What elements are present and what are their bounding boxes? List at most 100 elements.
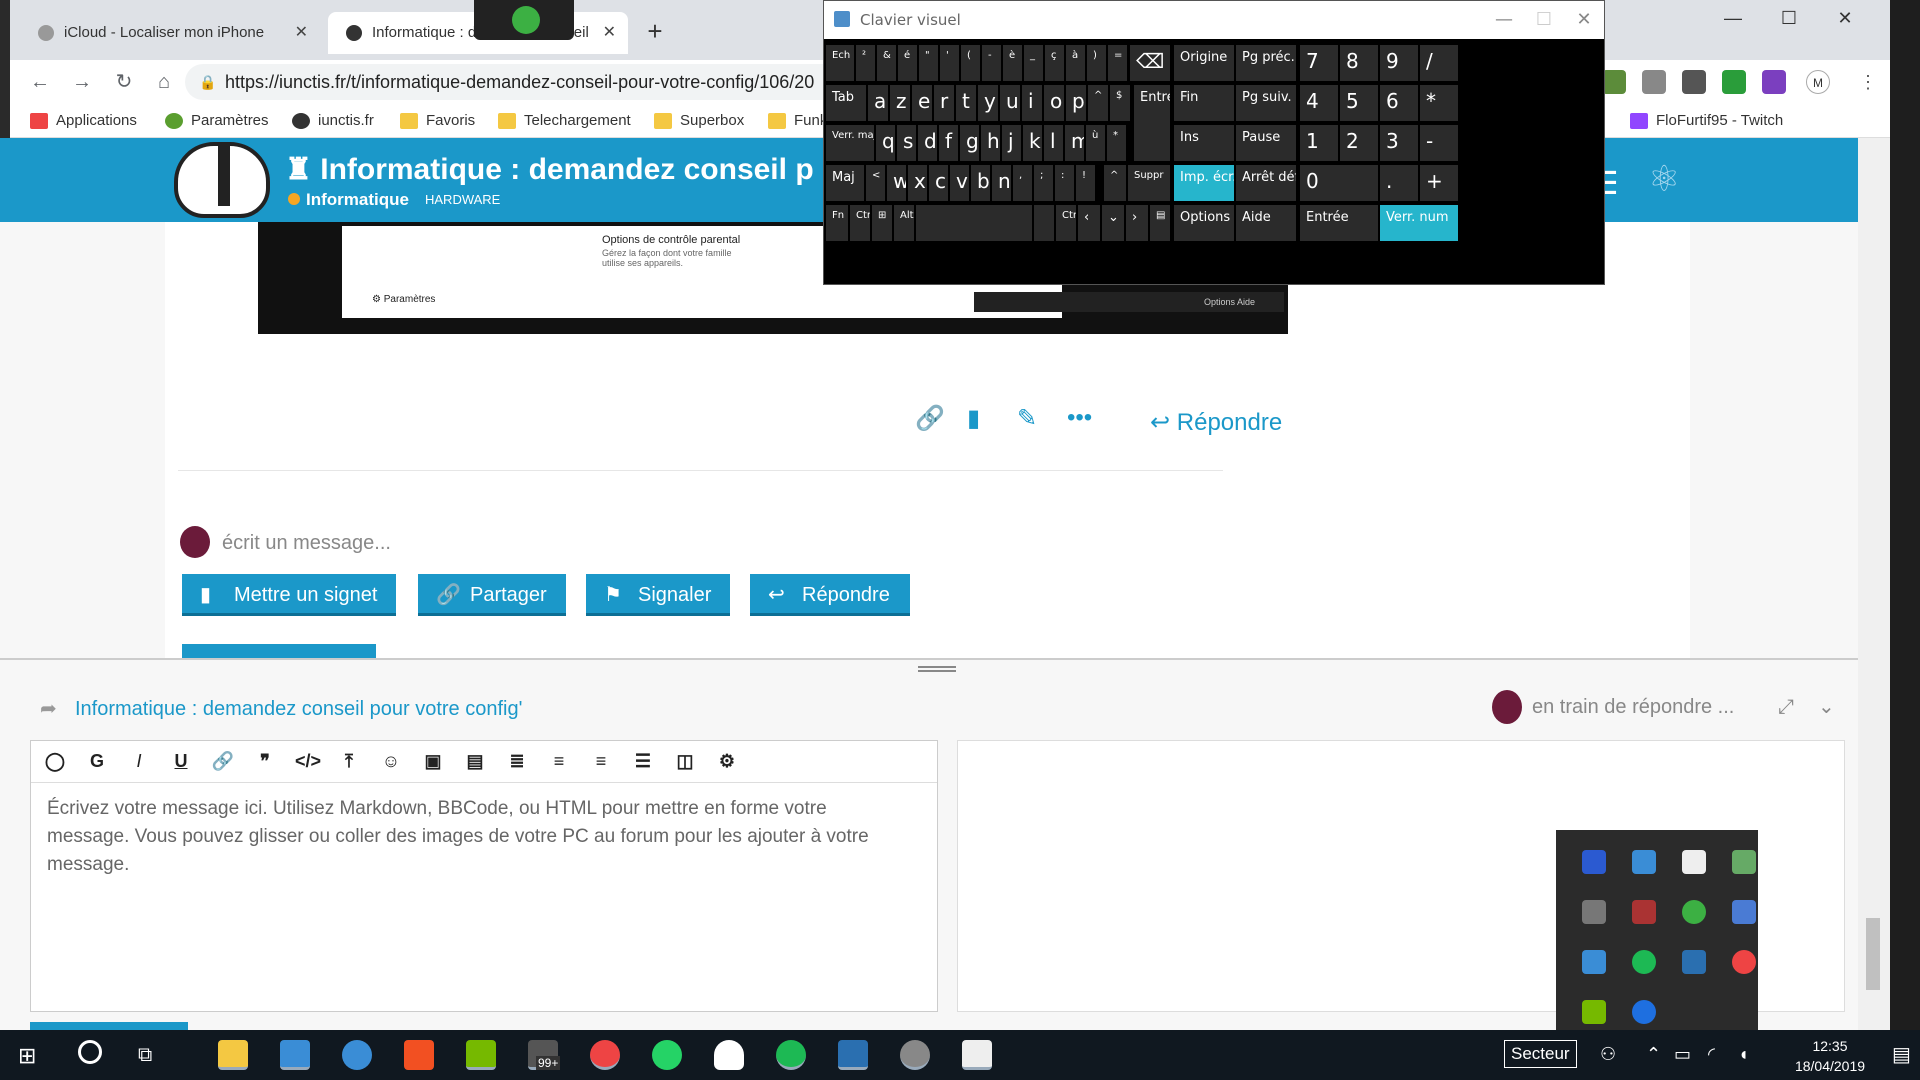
key[interactable]: <	[866, 165, 885, 201]
key[interactable]: g	[960, 125, 979, 161]
notification-center-icon[interactable]: ▤	[1892, 1042, 1911, 1067]
reload-button[interactable]: ↻	[108, 66, 140, 98]
nav-key[interactable]: Pause	[1236, 125, 1296, 161]
italic-button[interactable]: I	[127, 751, 151, 773]
menu-icon[interactable]: ⋮	[1856, 70, 1880, 94]
key[interactable]: _	[1024, 45, 1043, 81]
nav-key[interactable]: Options	[1174, 205, 1234, 241]
resize-grip[interactable]	[918, 666, 956, 672]
key[interactable]: v	[950, 165, 969, 201]
key[interactable]: l	[1044, 125, 1063, 161]
display-icon[interactable]	[1582, 950, 1606, 974]
backspace-key[interactable]: ⌫	[1130, 45, 1170, 81]
numpad-key[interactable]: /	[1420, 45, 1458, 81]
bookmark-favoris[interactable]: Favoris	[400, 104, 475, 138]
ps-icon[interactable]	[838, 1040, 868, 1070]
key[interactable]: &	[877, 45, 896, 81]
nvidia-icon[interactable]	[1582, 1000, 1606, 1024]
align-right-icon[interactable]: ≡	[589, 751, 613, 773]
key[interactable]: "	[919, 45, 938, 81]
bold-button[interactable]: G	[85, 751, 109, 773]
message-editor[interactable]: ◯ G I U 🔗 ❞ </> ⤒ ☺ ▣ ▤ ≣ ≡ ≡ ☰ ◫ ⚙ Écri…	[30, 740, 938, 1012]
app-icon[interactable]	[1632, 900, 1656, 924]
altgr-key[interactable]	[1034, 205, 1054, 241]
key[interactable]: ^	[1088, 85, 1108, 121]
bookmark-superbox[interactable]: Superbox	[654, 104, 744, 138]
key[interactable]: w	[887, 165, 906, 201]
key[interactable]: ;	[1034, 165, 1053, 201]
atom-icon[interactable]: ⚛	[1648, 158, 1680, 200]
right-arrow-key[interactable]: ›	[1126, 205, 1148, 241]
composer-title[interactable]: Informatique : demandez conseil pour vot…	[75, 698, 522, 721]
volume-icon[interactable]: ◖	[1738, 1044, 1749, 1065]
nav-key[interactable]: Fin	[1174, 85, 1234, 121]
key[interactable]: e	[912, 85, 932, 121]
malwarebytes-icon[interactable]	[1582, 850, 1606, 874]
extension-icon[interactable]	[1602, 70, 1626, 94]
osk-minimize-button[interactable]: —	[1484, 1, 1524, 39]
key[interactable]: ,	[1013, 165, 1032, 201]
windows-start-icon[interactable]: ⊞	[18, 1043, 36, 1069]
tab-icloud[interactable]: iCloud - Localiser mon iPhone ✕	[20, 12, 320, 54]
alt-key[interactable]: Alt	[894, 205, 914, 241]
minimize-button[interactable]: —	[1710, 8, 1756, 32]
key[interactable]: z	[890, 85, 910, 121]
green-extension-icon[interactable]	[1722, 70, 1746, 94]
numpad-key[interactable]: 6	[1380, 85, 1418, 121]
bookmark-parametres[interactable]: Paramètres	[165, 104, 269, 138]
key[interactable]: )	[1087, 45, 1106, 81]
reply-button[interactable]: ↩ Répondre	[750, 574, 910, 616]
flag-button[interactable]: ⚑ Signaler	[586, 574, 730, 616]
wifi-icon[interactable]: ◜	[1708, 1044, 1715, 1065]
profile-avatar[interactable]: M	[1806, 70, 1830, 94]
drive-icon[interactable]	[1732, 850, 1756, 874]
key[interactable]: x	[908, 165, 927, 201]
microphone-icon[interactable]	[1682, 900, 1706, 924]
bluetooth-icon[interactable]	[1632, 1000, 1656, 1024]
voice-widget[interactable]	[474, 0, 574, 40]
numpad-key[interactable]: 7	[1300, 45, 1338, 81]
key[interactable]: '	[940, 45, 959, 81]
indent-icon[interactable]: ≣	[505, 751, 529, 773]
nvidia-icon[interactable]	[466, 1040, 496, 1070]
numpad-key[interactable]: 8	[1340, 45, 1378, 81]
key[interactable]: k	[1023, 125, 1042, 161]
chrome-icon[interactable]	[590, 1040, 620, 1070]
back-button[interactable]: ←	[24, 66, 56, 98]
numpad-key[interactable]: 1	[1300, 125, 1338, 161]
close-window-button[interactable]: ✕	[1822, 8, 1868, 32]
language-indicator[interactable]: Secteur	[1504, 1040, 1577, 1068]
emoji-icon[interactable]: ☺	[379, 751, 403, 773]
nav-key[interactable]: Ins	[1174, 125, 1234, 161]
osk-close-button[interactable]: ✕	[1564, 1, 1604, 39]
partial-button[interactable]	[182, 644, 376, 658]
numpad-key[interactable]: 5	[1340, 85, 1378, 121]
app-icon[interactable]	[280, 1040, 310, 1070]
numpad-key[interactable]: 2	[1340, 125, 1378, 161]
left-arrow-key[interactable]: ‹	[1078, 205, 1100, 241]
nav-key[interactable]: Pg préc.	[1236, 45, 1296, 81]
app-icon[interactable]	[714, 1040, 744, 1070]
reply-link[interactable]: ↩ Répondre	[1150, 408, 1282, 437]
link-icon[interactable]: 🔗	[915, 404, 945, 433]
nav-key[interactable]: Aide	[1236, 205, 1296, 241]
chrome-icon[interactable]	[1732, 950, 1756, 974]
shield-icon[interactable]	[1682, 850, 1706, 874]
forward-button[interactable]: →	[66, 66, 98, 98]
defender-icon[interactable]	[1582, 900, 1606, 924]
printer-icon[interactable]: 99+	[528, 1040, 561, 1070]
camera-icon[interactable]: ◫	[673, 751, 697, 773]
key[interactable]: n	[992, 165, 1011, 201]
enter-key[interactable]: Entrée	[1134, 85, 1170, 161]
numpad-key[interactable]: +	[1420, 165, 1458, 201]
key[interactable]: ù	[1086, 125, 1105, 161]
blockquote-icon[interactable]: ❞	[253, 751, 277, 773]
ctrl-right-key[interactable]: Ctrl	[1056, 205, 1076, 241]
up-arrow-key[interactable]: ^	[1104, 165, 1126, 201]
key[interactable]: o	[1044, 85, 1064, 121]
underline-button[interactable]: U	[169, 751, 193, 773]
settings-gear-icon[interactable]	[900, 1040, 930, 1070]
numpad-key[interactable]: 9	[1380, 45, 1418, 81]
tools-extension-icon[interactable]	[1682, 70, 1706, 94]
topic-tag[interactable]: HARDWARE	[425, 192, 500, 207]
